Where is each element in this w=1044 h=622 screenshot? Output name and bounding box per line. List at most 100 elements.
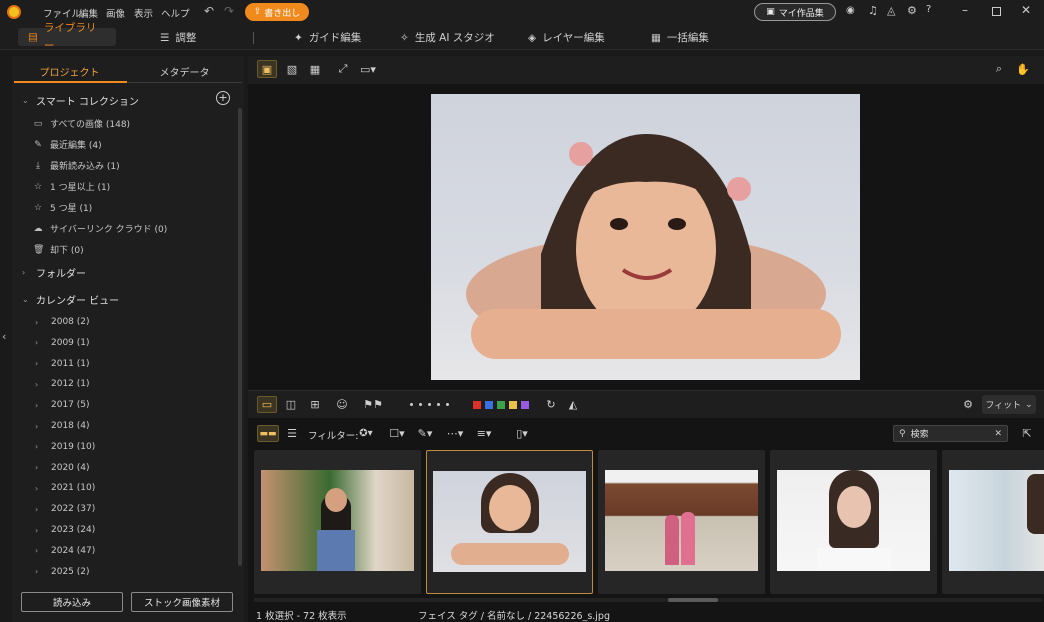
add-collection-icon[interactable]: + bbox=[216, 91, 230, 105]
menu-help[interactable]: ヘルプ bbox=[161, 6, 190, 20]
thumbnail[interactable] bbox=[770, 450, 937, 594]
year-item[interactable]: › 2024 (47) bbox=[35, 546, 95, 556]
year-item[interactable]: › 2017 (5) bbox=[35, 400, 90, 410]
menu-edit[interactable]: 編集 bbox=[79, 6, 98, 20]
split-view-icon[interactable]: ◫ bbox=[282, 396, 300, 413]
chevron-right-icon: › bbox=[35, 546, 39, 556]
tab-guided-edit[interactable]: ✦ ガイド編集 bbox=[294, 29, 361, 47]
calendar-label: カレンダー ビュー bbox=[36, 296, 120, 307]
year-item[interactable]: › 2008 (2) bbox=[35, 317, 90, 327]
zoom-icon[interactable]: ⌕ bbox=[990, 60, 1008, 78]
undo-icon[interactable]: ↶ bbox=[204, 4, 214, 18]
sort-icon[interactable]: ≡▾ bbox=[472, 425, 496, 442]
menu-view[interactable]: 表示 bbox=[134, 6, 153, 20]
star-rating-dots[interactable] bbox=[398, 396, 460, 413]
label-filter-icon[interactable]: ☐▾ bbox=[385, 425, 409, 442]
tab-adjust[interactable]: ☰ 調整 bbox=[160, 29, 196, 47]
year-item[interactable]: › 2019 (10) bbox=[35, 442, 95, 452]
year-item[interactable]: › 2012 (1) bbox=[35, 379, 90, 389]
collection-label: 1 つ星以上 (1) bbox=[50, 183, 111, 193]
year-item[interactable]: › 2025 (2) bbox=[35, 567, 90, 577]
color-label-swatch[interactable] bbox=[521, 400, 529, 409]
color-label-swatch[interactable] bbox=[473, 400, 481, 409]
menu-file[interactable]: ファイル bbox=[43, 6, 81, 20]
collection-item[interactable]: ✎ 最近編集 (4) bbox=[33, 138, 101, 152]
grid-view-icon[interactable]: ▦ bbox=[306, 60, 324, 78]
thumbnail[interactable] bbox=[254, 450, 421, 594]
list-view-icon[interactable]: ☰ bbox=[283, 425, 301, 442]
account-icon[interactable]: ◉ bbox=[846, 5, 855, 16]
year-item[interactable]: › 2018 (4) bbox=[35, 421, 90, 431]
color-label-swatch[interactable] bbox=[497, 400, 505, 409]
file-type-icon[interactable]: ▯▾ bbox=[510, 425, 534, 442]
edit-filter-icon[interactable]: ✎▾ bbox=[413, 425, 437, 442]
color-labels[interactable] bbox=[472, 396, 534, 413]
collection-item[interactable]: ⤓ 最新読み込み (1) bbox=[33, 159, 120, 173]
flip-icon[interactable]: ◭ bbox=[564, 396, 582, 413]
tab-layer-edit[interactable]: ◈ レイヤー編集 bbox=[528, 29, 605, 47]
clear-search-icon[interactable]: ✕ bbox=[994, 429, 1002, 439]
import-button[interactable]: 読み込み bbox=[21, 592, 123, 612]
bell-icon[interactable]: ♫ bbox=[868, 4, 878, 17]
collection-item[interactable]: ☆ 1 つ星以上 (1) bbox=[33, 180, 111, 194]
year-item[interactable]: › 2011 (1) bbox=[35, 359, 90, 369]
thumbnail-selected[interactable] bbox=[426, 450, 593, 594]
tab-ai-studio[interactable]: ✧ 生成 AI スタジオ bbox=[400, 29, 495, 47]
monitor-icon[interactable]: ▭▾ bbox=[356, 60, 380, 78]
smart-collection-header[interactable]: ⌄ スマート コレクション bbox=[22, 93, 139, 108]
collection-item[interactable]: ☆ 5 つ星 (1) bbox=[33, 201, 92, 215]
compare-view-icon[interactable]: ▧ bbox=[283, 60, 301, 78]
fit-dropdown[interactable]: フィット ⌄ bbox=[982, 395, 1036, 414]
minimize-icon[interactable]: – bbox=[962, 3, 968, 17]
rating-filter-icon[interactable]: ✪▾ bbox=[352, 425, 380, 442]
maximize-icon[interactable] bbox=[992, 7, 1001, 16]
redo-icon[interactable]: ↷ bbox=[224, 4, 234, 18]
face-tag-icon[interactable]: ☺ bbox=[332, 396, 352, 413]
menu-image[interactable]: 画像 bbox=[106, 6, 125, 20]
hand-tool-icon[interactable]: ✋ bbox=[1014, 60, 1032, 78]
tab-metadata[interactable]: メタデータ bbox=[127, 64, 242, 82]
folders-header[interactable]: › フォルダー bbox=[22, 265, 86, 280]
search-input[interactable]: ⚲ 検索 ✕ bbox=[893, 425, 1008, 442]
filmstrip-scrollbar-thumb[interactable] bbox=[668, 598, 718, 602]
open-external-icon[interactable]: ⇱ bbox=[1018, 425, 1036, 442]
filmstrip-view-icon[interactable]: ▭ bbox=[257, 396, 277, 413]
tab-batch-edit[interactable]: ▦ 一括編集 bbox=[651, 29, 709, 47]
stock-images-button[interactable]: ストック画像素材 bbox=[131, 592, 233, 612]
collection-label: すべての画像 (148) bbox=[50, 120, 131, 130]
rotate-icon[interactable]: ↻ bbox=[542, 396, 560, 413]
flag-icon[interactable]: ⚑⚑ bbox=[361, 396, 385, 413]
year-item[interactable]: › 2020 (4) bbox=[35, 463, 90, 473]
calendar-header[interactable]: ⌄ カレンダー ビュー bbox=[22, 292, 119, 307]
single-view-icon[interactable]: ▣ bbox=[257, 60, 277, 78]
thumbnail-partial[interactable] bbox=[942, 450, 1044, 594]
quad-view-icon[interactable]: ⊞ bbox=[306, 396, 324, 413]
more-filter-icon[interactable]: ⋯▾ bbox=[442, 425, 468, 442]
collapse-sidebar-icon[interactable]: ‹ bbox=[2, 330, 6, 343]
chevron-right-icon: › bbox=[35, 525, 39, 535]
export-button[interactable]: ⇪ 書き出し bbox=[245, 3, 309, 21]
collection-item[interactable]: ☁ サイバーリンク クラウド (0) bbox=[33, 222, 168, 236]
color-label-swatch[interactable] bbox=[485, 400, 493, 409]
cloud-icon: ☁ bbox=[33, 223, 43, 234]
fullscreen-icon[interactable]: ⤢ bbox=[334, 60, 352, 78]
tab-library[interactable]: ▤ ライブラリー bbox=[18, 22, 116, 52]
color-label-swatch[interactable] bbox=[509, 400, 517, 409]
megaphone-icon[interactable]: ◬ bbox=[887, 4, 895, 17]
wand-icon: ✦ bbox=[294, 32, 303, 44]
collection-item[interactable]: ▭ すべての画像 (148) bbox=[33, 117, 131, 131]
tab-project[interactable]: プロジェクト bbox=[12, 64, 127, 82]
year-item[interactable]: › 2022 (37) bbox=[35, 504, 95, 514]
collection-item[interactable]: 🗑 却下 (0) bbox=[33, 243, 84, 257]
thumbnail-view-icon[interactable]: ▬▬ bbox=[257, 425, 279, 442]
settings-icon[interactable]: ⚙ bbox=[907, 4, 917, 17]
my-works-button[interactable]: ▣ マイ作品集 bbox=[754, 3, 836, 21]
close-icon[interactable]: ✕ bbox=[1021, 3, 1031, 17]
sidebar-scrollbar[interactable] bbox=[238, 108, 242, 566]
thumbnail[interactable] bbox=[598, 450, 765, 594]
year-item[interactable]: › 2021 (10) bbox=[35, 483, 95, 493]
year-item[interactable]: › 2009 (1) bbox=[35, 338, 90, 348]
help-icon[interactable]: ? bbox=[926, 4, 931, 15]
settings-icon[interactable]: ⚙ bbox=[959, 396, 977, 413]
year-item[interactable]: › 2023 (24) bbox=[35, 525, 95, 535]
